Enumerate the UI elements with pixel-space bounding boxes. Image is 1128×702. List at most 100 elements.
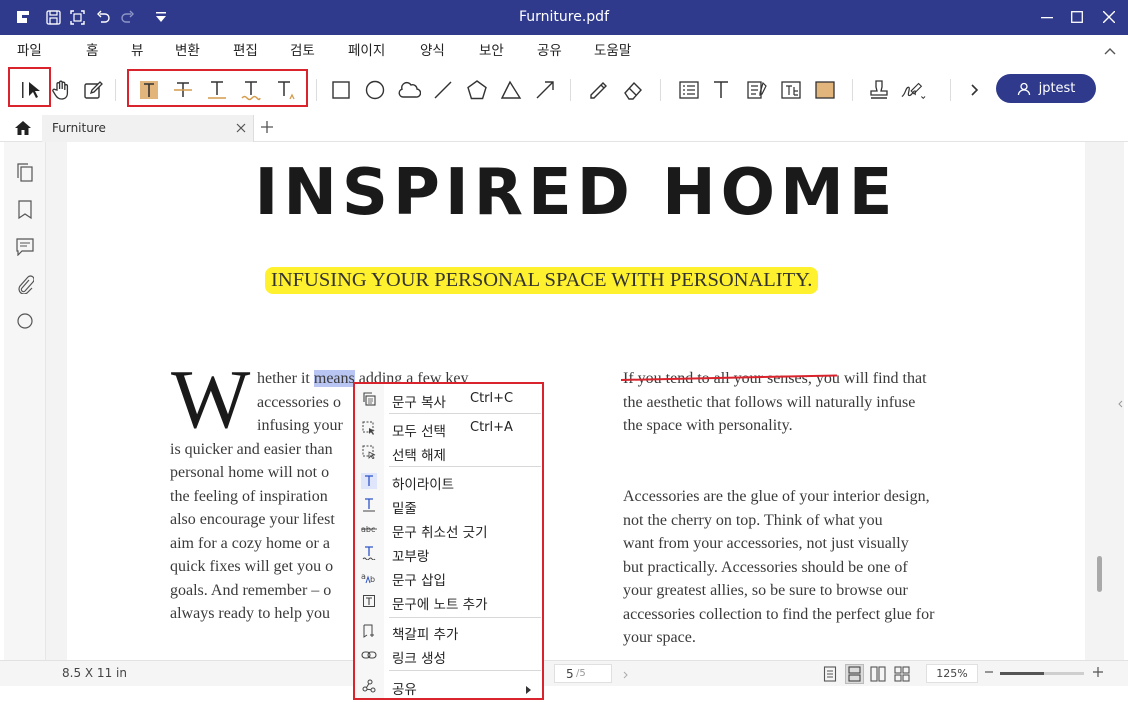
callout-icon[interactable] [744, 77, 770, 103]
account-button[interactable]: jptest [996, 74, 1096, 103]
zoom-level-field[interactable]: 125% [926, 664, 978, 683]
right-column-line[interactable]: Accessories are the glue of your interio… [623, 485, 930, 509]
right-column-line[interactable]: not the cherry on top. Think of what you [623, 509, 883, 533]
pencil-tool-icon[interactable] [586, 77, 612, 103]
menu-item-highlight[interactable]: 하이라이트 [355, 470, 542, 493]
polygon-tool-icon[interactable] [464, 77, 490, 103]
left-column-line[interactable]: goals. And remember – o [170, 579, 331, 603]
vertical-scrollbar-thumb[interactable] [1097, 556, 1102, 592]
zoom-slider-track[interactable] [1000, 672, 1084, 675]
minimize-button[interactable] [1032, 6, 1062, 28]
attachment-icon[interactable] [14, 273, 36, 295]
menu-item-select-all[interactable]: 모두 선택 Ctrl+A [355, 417, 542, 440]
right-column-line[interactable]: the aesthetic that follows will naturall… [623, 391, 915, 415]
menu-item-share[interactable]: 공유 [355, 675, 542, 698]
bookmark-icon[interactable] [14, 199, 36, 221]
menu-home[interactable]: 홈 [86, 39, 98, 59]
line-tool-icon[interactable] [430, 77, 456, 103]
menu-file[interactable]: 파일 [17, 39, 42, 59]
tab-furniture[interactable]: Furniture [42, 115, 254, 142]
title-bar: Furniture.pdf [0, 0, 1128, 35]
right-column-line[interactable]: accessories collection to find the perfe… [623, 603, 934, 627]
comment-icon[interactable] [14, 236, 36, 258]
signature-icon[interactable] [900, 77, 926, 103]
right-column-line[interactable]: your space. [623, 626, 696, 650]
squiggly-icon [361, 545, 377, 561]
menu-item-strikethrough[interactable]: abc 문구 취소선 긋기 [355, 518, 542, 541]
menu-share[interactable]: 공유 [537, 39, 562, 59]
left-column-line[interactable]: always ready to help you [170, 602, 330, 626]
search-icon[interactable] [14, 310, 36, 332]
next-page-icon[interactable] [623, 668, 628, 682]
continuous-view-icon[interactable] [845, 664, 864, 684]
left-column-line[interactable]: is quicker and easier than [170, 438, 333, 462]
document-canvas[interactable]: INSPIRED HOME INFUSING YOUR PERSONAL SPA… [46, 142, 1116, 660]
close-button[interactable] [1094, 6, 1124, 28]
menu-item-add-bookmark[interactable]: 책갈피 추가 [355, 620, 542, 643]
ellipse-tool-icon[interactable] [362, 77, 388, 103]
right-column-line[interactable]: your greatest allies, so be sure to brow… [623, 579, 908, 603]
grid-view-icon[interactable] [894, 666, 910, 685]
left-column-line[interactable]: quick fixes will get you o [170, 555, 333, 579]
tab-close-icon[interactable] [236, 122, 246, 137]
menu-item-create-link[interactable]: 링크 생성 [355, 644, 542, 667]
left-column-line[interactable]: accessories o [257, 391, 341, 415]
zoom-out-icon[interactable] [984, 665, 994, 683]
left-column-line[interactable]: personal home will not o [170, 461, 329, 485]
maximize-button[interactable] [1062, 6, 1092, 28]
page-number-field[interactable]: 5 /5 [554, 664, 612, 683]
right-column-line[interactable]: but practically. Accessories should be o… [623, 556, 908, 580]
single-page-view-icon[interactable] [823, 666, 837, 685]
menu-form[interactable]: 양식 [420, 39, 445, 59]
menu-review[interactable]: 검토 [290, 39, 315, 63]
hand-tool-icon[interactable] [48, 77, 74, 103]
stamp-icon[interactable] [866, 77, 892, 103]
toolbar-more-icon[interactable] [962, 77, 988, 103]
menu-item-add-note-to-text[interactable]: 문구에 노트 추가 [355, 590, 542, 613]
underline-icon [361, 497, 377, 513]
rectangle-tool-icon[interactable] [328, 77, 354, 103]
menu-item-insert-text[interactable]: ab 문구 삽입 [355, 566, 542, 589]
text-box-list-icon[interactable] [676, 77, 702, 103]
right-column-line[interactable]: want from your accessories, not just vis… [623, 532, 909, 556]
polyline-tool-icon[interactable] [498, 77, 524, 103]
cloud-tool-icon[interactable] [396, 77, 422, 103]
menu-item-underline[interactable]: 밑줄 [355, 494, 542, 517]
new-tab-icon[interactable] [260, 120, 274, 138]
toolbar-separator [852, 79, 853, 101]
left-column-line[interactable]: the feeling of inspiration [170, 485, 328, 509]
tab-label: Furniture [52, 121, 106, 135]
home-icon[interactable] [14, 119, 32, 141]
menu-item-copy-text[interactable]: 문구 복사 Ctrl+C [355, 388, 542, 411]
context-menu: 문구 복사 Ctrl+C 모두 선택 Ctrl+A 선택 해제 하이라이트 밑줄… [353, 382, 544, 700]
edit-annotation-icon[interactable] [80, 77, 106, 103]
left-column-line[interactable]: infusing your [257, 414, 343, 438]
menu-help[interactable]: 도움말 [594, 39, 631, 59]
left-column-line[interactable]: also encourage your lifest [170, 508, 335, 532]
typewriter-icon[interactable] [708, 77, 734, 103]
insert-text-icon: ab [361, 569, 377, 585]
two-page-view-icon[interactable] [870, 666, 886, 685]
left-column-line[interactable]: aim for a cozy home or a [170, 532, 330, 556]
menu-convert[interactable]: 변환 [175, 39, 200, 59]
menu-divider [389, 466, 541, 467]
area-highlight-icon[interactable] [812, 77, 838, 103]
menu-view[interactable]: 뷰 [131, 39, 143, 59]
menu-item-squiggly[interactable]: 꼬부랑 [355, 542, 542, 565]
menu-page[interactable]: 페이지 [348, 39, 385, 59]
text-field-icon[interactable] [778, 77, 804, 103]
user-icon [1017, 82, 1030, 95]
collapse-ribbon-icon[interactable] [1104, 43, 1116, 59]
zoom-in-icon[interactable] [1092, 665, 1104, 682]
right-column-line[interactable]: the space with personality. [623, 414, 793, 438]
select-tool-highlight [8, 67, 51, 107]
arrow-tool-icon[interactable] [532, 77, 558, 103]
menu-edit[interactable]: 편집 [233, 39, 258, 59]
thumbnails-icon[interactable] [14, 162, 36, 184]
eraser-tool-icon[interactable] [620, 77, 646, 103]
right-panel-expand-icon[interactable] [1118, 397, 1123, 412]
pdf-page[interactable]: INSPIRED HOME INFUSING YOUR PERSONAL SPA… [67, 142, 1085, 660]
selected-text[interactable]: means [313, 370, 355, 387]
menu-security[interactable]: 보안 [479, 39, 504, 59]
menu-item-deselect[interactable]: 선택 해제 [355, 441, 542, 464]
